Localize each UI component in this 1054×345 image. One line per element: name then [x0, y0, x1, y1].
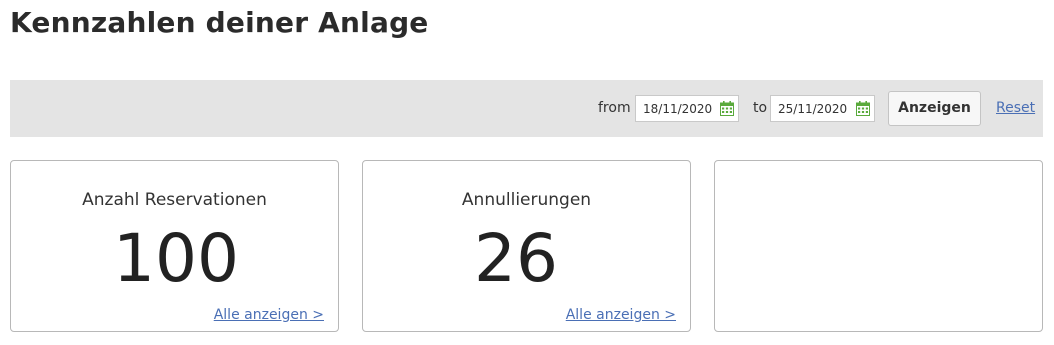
card-title: Anzahl Reservationen: [82, 190, 267, 210]
page: Kennzahlen deiner Anlage from 18/11/2020…: [0, 0, 1054, 345]
date-filter-bar: from 18/11/2020 to 25/11/2020 Anzeigen R…: [10, 80, 1043, 137]
from-date-field[interactable]: 18/11/2020: [635, 95, 739, 122]
show-all-link[interactable]: Alle anzeigen >: [214, 307, 324, 323]
card-value: 100: [113, 220, 239, 297]
to-label: to: [753, 100, 768, 116]
reservations-card: Anzahl Reservationen 100 Alle anzeigen >: [10, 160, 339, 332]
empty-card: [714, 160, 1043, 332]
from-label: from: [598, 100, 631, 116]
from-date-value: 18/11/2020: [643, 102, 713, 116]
to-date-value: 25/11/2020: [778, 102, 848, 116]
reset-link[interactable]: Reset: [996, 100, 1035, 116]
show-button[interactable]: Anzeigen: [888, 91, 981, 126]
card-value: 26: [474, 220, 558, 297]
calendar-icon[interactable]: [856, 101, 870, 116]
cancellations-card: Annullierungen 26 Alle anzeigen >: [362, 160, 691, 332]
page-title: Kennzahlen deiner Anlage: [10, 6, 429, 39]
card-title: Annullierungen: [461, 190, 592, 210]
calendar-icon[interactable]: [720, 101, 734, 116]
show-all-link[interactable]: Alle anzeigen >: [566, 307, 676, 323]
to-date-field[interactable]: 25/11/2020: [770, 95, 875, 122]
